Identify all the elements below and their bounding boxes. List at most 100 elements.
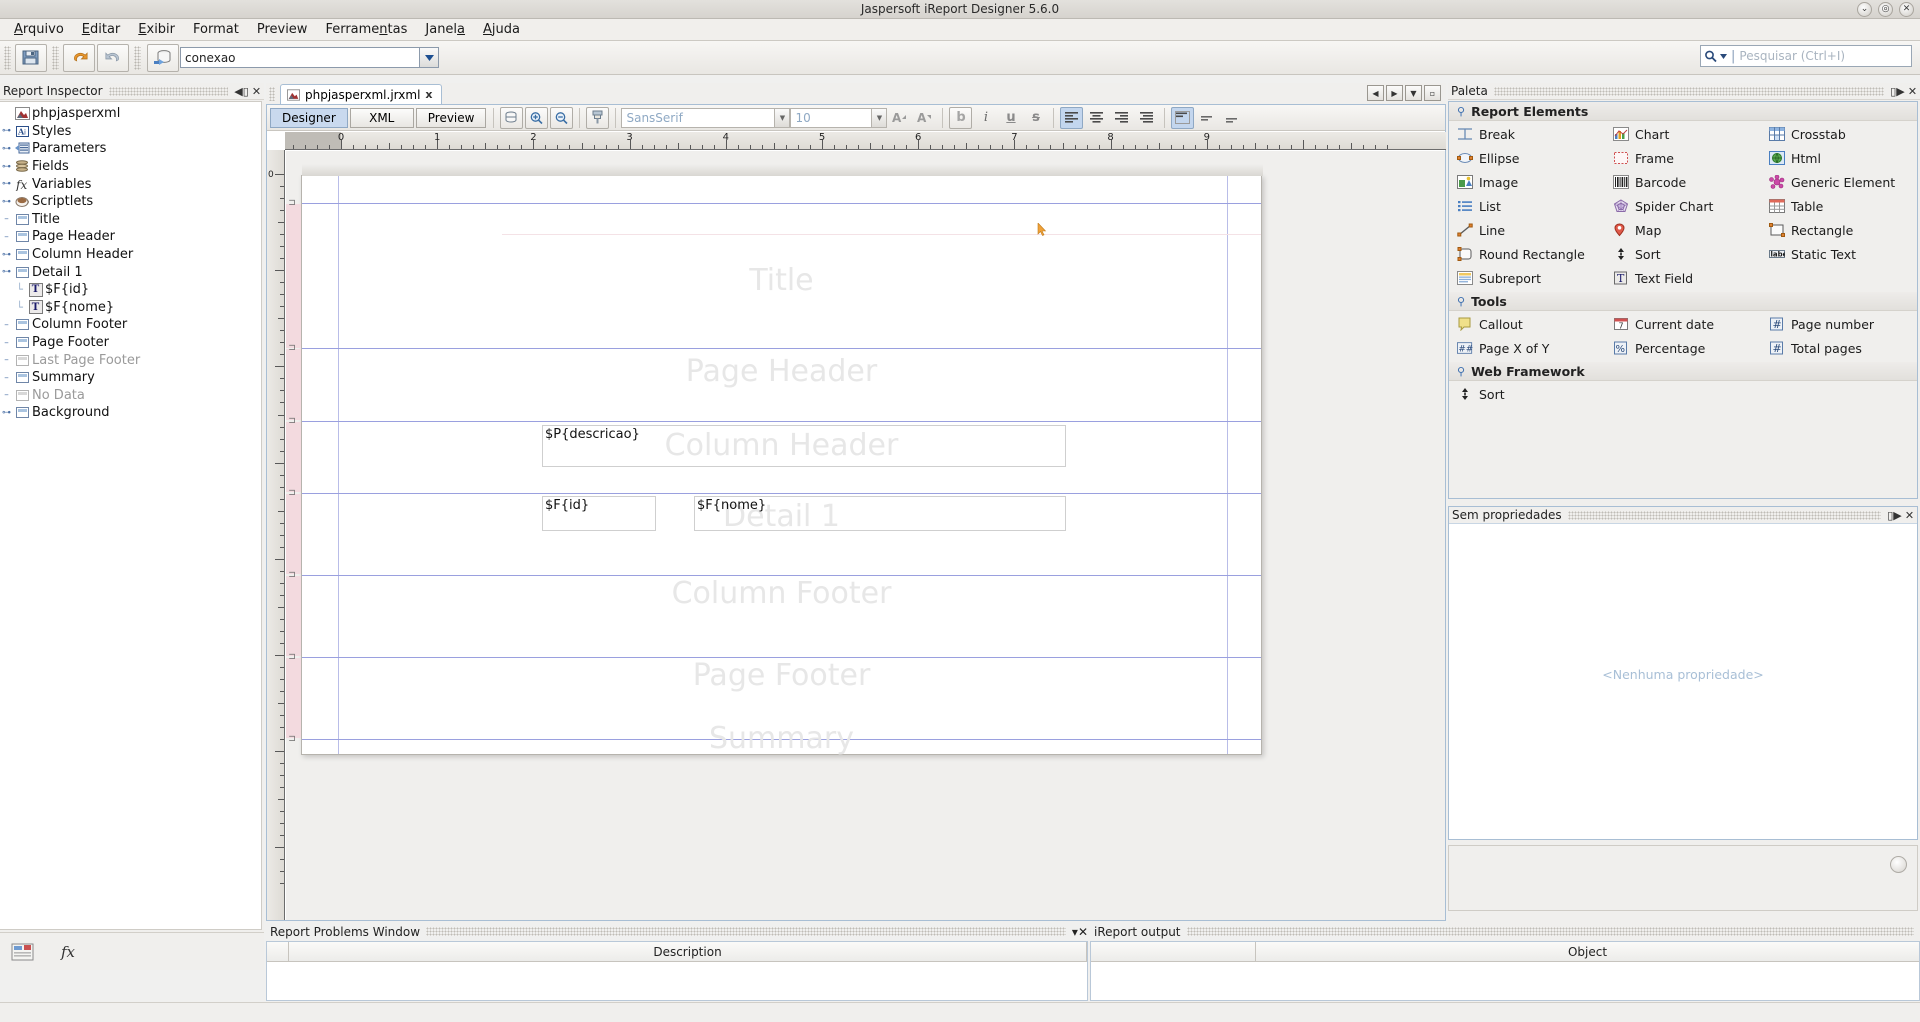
report-problems-table[interactable]: Description [266,941,1088,1001]
underline-button[interactable]: u [999,107,1022,129]
band-separator[interactable] [302,657,1261,658]
output-drag-grip[interactable] [1186,927,1914,936]
field-id-textfield[interactable]: $F{id} [542,496,656,531]
connection-input[interactable]: conexao [180,47,420,68]
align-left-button[interactable] [1060,106,1084,129]
tree-expand-handle[interactable]: ⊶ [0,144,13,154]
report-inspector-tree[interactable]: phpjasperxml ⊶ Ai Styles ⊶ Parameters ⊶ Fields… [0,101,262,930]
report-datasources-button[interactable] [147,43,179,72]
band-handle[interactable]: ⊐ [286,734,301,744]
toolbar-grip-2[interactable] [52,45,59,70]
tree-expand-handle[interactable]: ⊶ [0,267,13,277]
panel-drag-grip[interactable] [108,86,228,96]
tree-node-no-data[interactable]: – No Data [0,387,261,405]
palette-item-sort[interactable]: Sort [1449,382,1605,406]
connection-dropdown-arrow[interactable] [420,47,439,68]
tree-expand-handle[interactable]: ⊶ [0,250,13,260]
maximize-editor-button[interactable]: ▫ [1424,85,1441,101]
maximize-button[interactable]: ◎ [1878,2,1893,17]
report-page[interactable]: Title Page Header Column Header Detail 1 Col… [286,164,1263,756]
valign-bottom-button[interactable] [1221,107,1244,129]
band-separator[interactable] [302,493,1261,494]
palette-item-text-field[interactable]: T Text Field [1605,266,1761,290]
tree-root-node[interactable]: phpjasperxml [0,105,261,123]
tab-preview[interactable]: Preview [415,107,487,128]
problems-col-description[interactable]: Description [289,942,1087,961]
tree-expand-handle[interactable]: ⊶ [0,126,13,136]
menu-arquivo[interactable]: Arquivo [5,20,73,39]
zoom-in-button[interactable] [525,106,549,129]
band-resize-strip[interactable] [286,658,301,738]
problems-drag-grip[interactable] [426,927,1066,936]
next-tab-button[interactable]: ▶ [1386,85,1403,101]
band-separator[interactable] [302,739,1261,740]
report-query-button[interactable] [500,106,524,129]
save-all-button[interactable] [15,43,47,72]
band-resize-strip[interactable] [286,349,301,420]
band-handle[interactable]: ⊐ [286,570,301,580]
palette-item-round-rectangle[interactable]: Round Rectangle [1449,242,1605,266]
palette-section-report-elements[interactable]: ⚲ Report Elements [1449,102,1917,121]
search-box[interactable]: | Pesquisar (Ctrl+I) [1700,45,1912,67]
pin-icon[interactable]: ⚲ [1457,295,1465,308]
close-icon[interactable]: ✕ [1905,85,1920,98]
toolbar-grip-3[interactable] [134,45,141,70]
palette-section-web-framework[interactable]: ⚲ Web Framework [1449,362,1917,381]
palette-section-tools[interactable]: ⚲ Tools [1449,292,1917,311]
menu-format[interactable]: Format [184,20,248,39]
palette-item-callout[interactable]: Callout [1449,312,1605,336]
tab-list-button[interactable]: ▼ [1405,85,1422,101]
palette-item-current-date[interactable]: 7 Current date [1605,312,1761,336]
collapse-icon[interactable]: ▯▶ [1887,509,1902,522]
menu-ajuda[interactable]: Ajuda [474,20,529,39]
tree-node-scriptlets[interactable]: ⊶ Scriptlets [0,193,261,211]
tree-node-page-footer[interactable]: – Page Footer [0,334,261,352]
decrease-font-button[interactable]: A [913,107,936,129]
tree-expand-handle[interactable]: ⊶ [0,162,13,172]
minimize-button[interactable]: ⌄ [1857,2,1872,17]
close-button[interactable]: ✕ [1899,2,1914,17]
band-resize-strip[interactable] [286,422,301,492]
palette-item-crosstab[interactable]: Crosstab [1761,122,1917,146]
italic-button[interactable]: i [974,107,997,129]
properties-drag-grip[interactable] [1567,510,1881,520]
palette-drag-grip[interactable] [1493,86,1884,96]
font-size-dropdown[interactable]: ▼ [872,107,888,128]
tree-node-title[interactable]: – Title [0,211,261,229]
document-tab-close-icon[interactable]: x [425,88,432,101]
help-icon[interactable] [1890,856,1907,873]
band-resize-strip[interactable] [286,494,301,574]
ireport-output-table[interactable]: Object [1090,941,1920,1001]
tree-expand-handle[interactable]: ⊶ [0,179,13,189]
document-tab-phpjasperxml[interactable]: phpjasperxml.jrxml x [280,84,442,104]
align-justify-button[interactable] [1135,107,1158,129]
align-right-button[interactable] [1110,107,1133,129]
band-separator[interactable] [302,575,1261,576]
band-handle[interactable]: ⊐ [286,198,301,208]
menu-janela[interactable]: Janela [416,20,474,39]
close-icon[interactable]: ✕ [249,85,264,98]
font-family-dropdown[interactable]: ▼ [775,107,791,128]
increase-font-button[interactable]: A [888,107,911,129]
palette-item-frame[interactable]: Frame [1605,146,1761,170]
palette-item-static-text[interactable]: label Static Text [1761,242,1917,266]
palette-item-sort[interactable]: Sort [1605,242,1761,266]
band-separator[interactable] [302,203,1261,204]
band-separator[interactable] [302,348,1261,349]
design-canvas[interactable]: Title Page Header Column Header Detail 1 Col… [286,151,1445,920]
palette-body[interactable]: ⚲ Report Elements Break Chart Crosstab Ellips… [1448,101,1918,499]
expression-editor-button[interactable]: fx [58,940,84,964]
tree-node-detail-1[interactable]: ⊶ Detail 1 [0,263,261,281]
band-handle[interactable]: ⊐ [286,652,301,662]
tree-node-f-id[interactable]: └ T $F{id} [0,281,261,299]
editor-drag-grip[interactable] [269,87,275,101]
tree-node-parameters[interactable]: ⊶ Parameters [0,140,261,158]
strikethrough-button[interactable]: s [1024,107,1047,129]
menu-preview[interactable]: Preview [248,20,317,39]
band-resize-strip[interactable] [286,576,301,656]
palette-item-chart[interactable]: Chart [1605,122,1761,146]
report-inspector-button[interactable] [10,940,36,964]
zoom-out-button[interactable] [550,106,574,129]
menu-editar[interactable]: Editar [73,20,130,39]
band-separator[interactable] [302,421,1261,422]
